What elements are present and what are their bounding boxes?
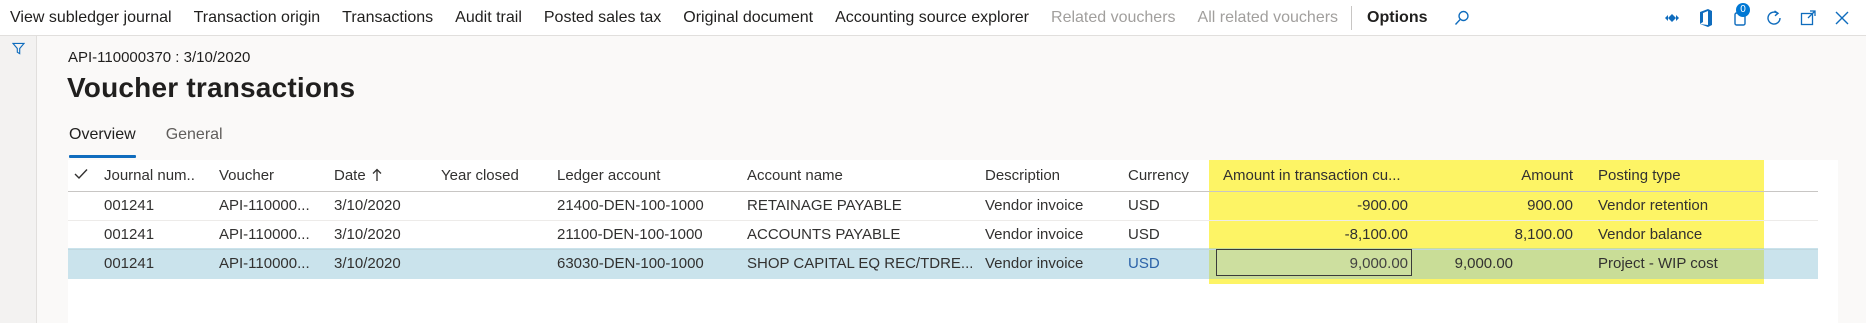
cell-description: Vendor invoice <box>985 226 1084 243</box>
search-icon[interactable] <box>1451 7 1473 29</box>
cell-account-name: SHOP CAPITAL EQ REC/TDRE... <box>747 255 972 272</box>
cell-posting-type: Vendor retention <box>1598 197 1709 214</box>
column-header-date-label: Date <box>334 167 366 184</box>
cell-date: 3/10/2020 <box>334 255 401 272</box>
cell-amount-tx: -8,100.00 <box>1344 226 1408 243</box>
cell-amount-tx: -900.00 <box>1357 197 1408 214</box>
all-related-vouchers-button[interactable]: All related vouchers <box>1198 9 1339 27</box>
column-header-amount-tx[interactable]: Amount in transaction cu... <box>1223 161 1423 190</box>
tab-overview[interactable]: Overview <box>69 126 136 158</box>
active-cell-outline <box>1216 249 1412 276</box>
posted-sales-tax-button[interactable]: Posted sales tax <box>544 9 661 27</box>
grid-header: Journal num... Voucher Date Year closed … <box>68 161 1818 192</box>
column-header-ledger-account[interactable]: Ledger account <box>557 161 707 190</box>
refresh-icon[interactable] <box>1762 6 1786 30</box>
column-header-currency[interactable]: Currency <box>1128 161 1208 190</box>
column-header-description[interactable]: Description <box>985 161 1105 190</box>
cell-journal: 001241 <box>104 255 155 272</box>
cell-account-name: RETAINAGE PAYABLE <box>747 197 902 214</box>
column-header-voucher[interactable]: Voucher <box>219 161 299 190</box>
column-header-amount[interactable]: Amount <box>1458 161 1573 190</box>
cell-journal: 001241 <box>104 226 155 243</box>
table-row[interactable]: 001241 API-110000... 3/10/2020 21100-DEN… <box>68 220 1818 250</box>
page-title: Voucher transactions <box>67 72 356 103</box>
transaction-origin-button[interactable]: Transaction origin <box>194 9 321 27</box>
accounting-source-explorer-button[interactable]: Accounting source explorer <box>835 9 1029 27</box>
cell-amount: 9,000.00 <box>1454 255 1513 272</box>
column-header-year-closed[interactable]: Year closed <box>441 161 541 190</box>
transactions-button[interactable]: Transactions <box>342 9 433 27</box>
cell-account-name: ACCOUNTS PAYABLE <box>747 226 901 243</box>
cell-voucher[interactable]: API-110000... <box>219 248 325 279</box>
cell-ledger-account[interactable]: 21400-DEN-100-1000 <box>557 191 737 220</box>
cell-posting-type: Vendor balance <box>1598 226 1703 243</box>
audit-trail-button[interactable]: Audit trail <box>455 9 522 27</box>
related-vouchers-button[interactable]: Related vouchers <box>1051 9 1176 27</box>
original-document-button[interactable]: Original document <box>683 9 813 27</box>
breadcrumb: API-110000370 : 3/10/2020 <box>68 49 251 66</box>
cell-description: Vendor invoice <box>985 197 1084 214</box>
filter-pane-rail <box>0 36 37 323</box>
cell-year-closed <box>441 191 541 220</box>
action-divider <box>1351 6 1353 30</box>
power-apps-icon[interactable] <box>1660 6 1684 30</box>
tab-general[interactable]: General <box>166 126 223 156</box>
select-all-check-icon[interactable] <box>74 161 88 190</box>
cell-amount: 900.00 <box>1527 197 1573 214</box>
cell-journal: 001241 <box>104 197 155 214</box>
open-new-window-icon[interactable] <box>1796 6 1820 30</box>
cell-year-closed <box>441 220 541 249</box>
cell-currency: USD <box>1128 197 1160 214</box>
cell-date: 3/10/2020 <box>334 226 401 243</box>
column-header-posting-type[interactable]: Posting type <box>1598 161 1798 190</box>
cell-ledger-account[interactable]: 63030-DEN-100-1000 <box>557 248 737 279</box>
cell-voucher[interactable]: API-110000... <box>219 191 325 220</box>
cell-voucher[interactable]: API-110000... <box>219 220 325 249</box>
sort-ascending-icon <box>372 163 382 190</box>
cell-currency[interactable]: USD <box>1128 248 1208 279</box>
cell-amount: 8,100.00 <box>1514 226 1573 243</box>
close-icon[interactable] <box>1830 6 1854 30</box>
column-header-date[interactable]: Date <box>334 161 414 190</box>
cell-ledger-account[interactable]: 21100-DEN-100-1000 <box>557 220 737 249</box>
view-subledger-journal-button[interactable]: View subledger journal <box>10 9 172 27</box>
column-header-journal[interactable]: Journal num... <box>104 161 196 190</box>
notifications-icon[interactable]: 0 <box>1728 3 1752 30</box>
table-row-selected[interactable]: 001241 API-110000... 3/10/2020 63030-DEN… <box>68 248 1818 279</box>
options-tab[interactable]: Options <box>1367 9 1427 27</box>
column-header-account-name[interactable]: Account name <box>747 161 947 190</box>
action-pane: View subledger journal Transaction origi… <box>0 0 1866 36</box>
action-list: View subledger journal Transaction origi… <box>10 0 1473 36</box>
office-icon[interactable] <box>1694 6 1718 30</box>
tab-strip: Overview General <box>69 126 253 158</box>
cell-date: 3/10/2020 <box>334 197 401 214</box>
table-row[interactable]: 001241 API-110000... 3/10/2020 21400-DEN… <box>68 191 1818 221</box>
notification-count-badge: 0 <box>1736 3 1750 17</box>
cell-currency: USD <box>1128 226 1160 243</box>
filter-icon[interactable] <box>11 42 26 60</box>
page-tools: 0 <box>1660 0 1864 36</box>
cell-year-closed <box>441 248 541 279</box>
cell-description: Vendor invoice <box>985 255 1084 272</box>
cell-posting-type: Project - WIP cost <box>1598 255 1718 272</box>
